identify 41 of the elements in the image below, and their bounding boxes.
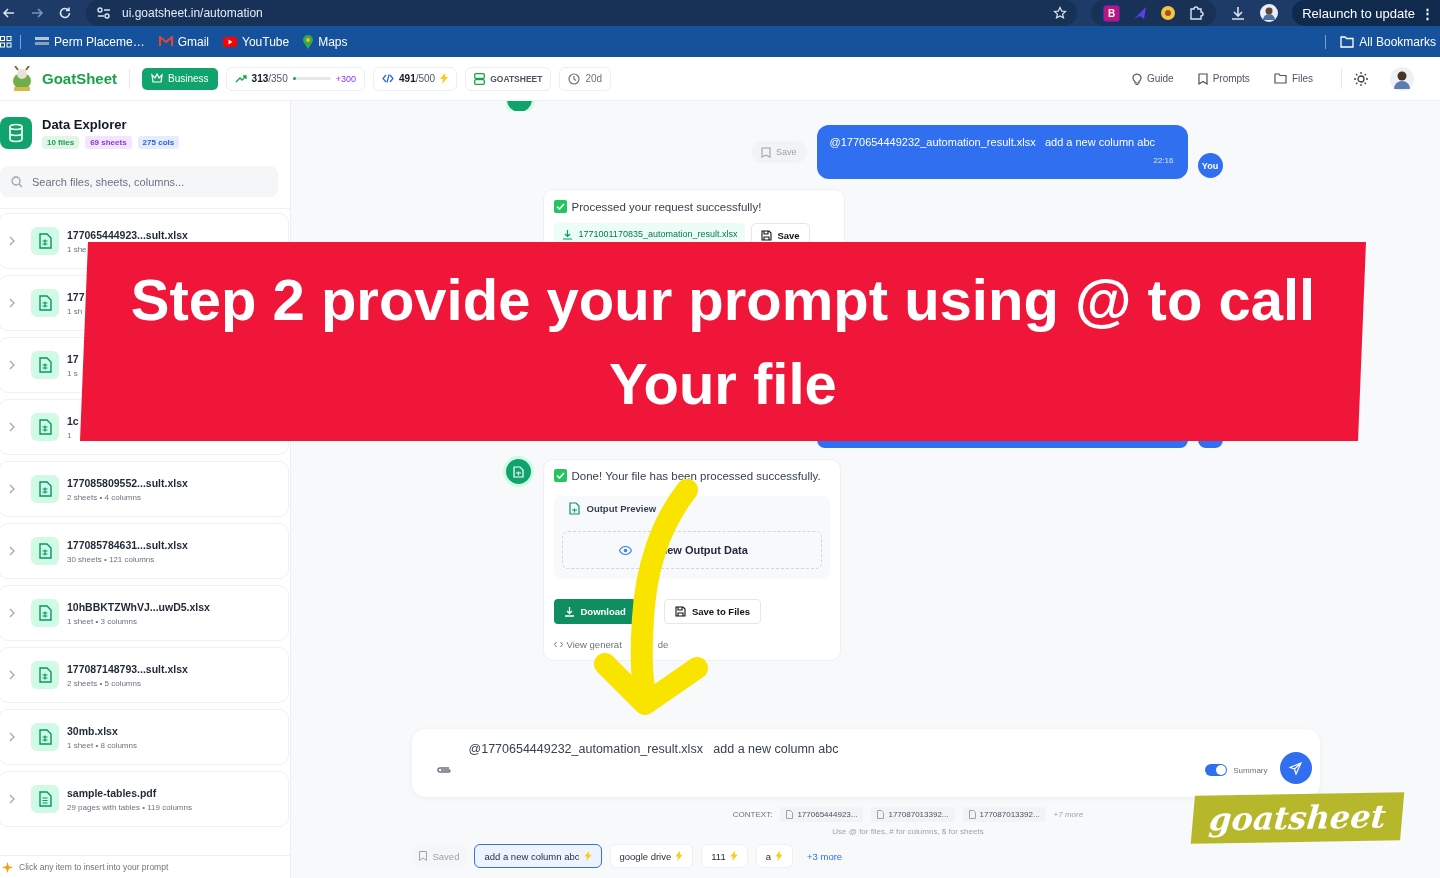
message-text: @1770654449232_automation_result.xlsx add a new column abc xyxy=(829,136,1155,148)
file-meta: 1 sheet • 3 columns xyxy=(67,616,138,626)
panel-title: Data Explorer xyxy=(42,117,128,132)
file-name: 17 xyxy=(67,352,79,365)
more-context-text: +7 more xyxy=(1053,810,1084,819)
file-meta: 1 xyxy=(67,430,73,440)
credits-count: 313/350 xyxy=(251,73,288,84)
message-time: 22:16 xyxy=(1153,156,1174,165)
sticker-text: goatsheet xyxy=(1207,797,1388,839)
file-name: 1c xyxy=(67,414,79,427)
file-name: 177087148793...sult.xlsx xyxy=(67,662,188,675)
file-meta: 1 she xyxy=(67,244,88,254)
context-label: CONTEXT: xyxy=(732,810,773,819)
file-meta: 29 pages with tables • 119 columns xyxy=(67,802,192,812)
bonus-text: +300 xyxy=(335,73,357,84)
file-meta: 2 sheets • 4 columns xyxy=(67,492,142,502)
file-name: 10hBBKTZWhVJ...uwD5.xlsx xyxy=(67,600,210,613)
toggle-label: Summary xyxy=(1233,765,1268,775)
hint-text: Click any item to insert into your prompt xyxy=(19,862,169,872)
file-name: sample-tables.pdf xyxy=(67,786,158,799)
url-text: ui.goatsheet.in/automation xyxy=(122,6,263,20)
file-name: 30mb.xlsx xyxy=(67,724,119,737)
days-text: 20d xyxy=(585,73,603,84)
hint-text: Use @ for files, # for columns, $ for sheets xyxy=(832,827,984,836)
user-avatar: You xyxy=(1197,153,1223,178)
status-text: Done! Your file has been processed successfully. xyxy=(571,469,821,482)
file-meta: 30 sheets • 121 columns xyxy=(67,554,156,564)
count-tag: 275 cols xyxy=(137,136,180,149)
file-name: 177085809552...sult.xlsx xyxy=(67,476,188,489)
count-tag: 10 files xyxy=(42,136,80,149)
file-name: 177085784631...sult.xlsx xyxy=(67,538,188,551)
file-meta: 1 sh xyxy=(67,306,84,316)
file-meta: 1 sheet • 8 columns xyxy=(67,740,137,750)
calls-count: 491/500 xyxy=(399,73,436,84)
preview-title: Output Preview xyxy=(586,503,657,514)
count-tag: 69 sheets xyxy=(85,136,132,149)
status-text: Processed your request successfully! xyxy=(571,200,762,213)
file-meta: 2 sheets • 5 columns xyxy=(67,678,142,688)
file-meta: 1 s xyxy=(67,368,79,378)
file-name: 177065444923...sult.xlsx xyxy=(67,228,188,241)
file-name: 177 xyxy=(67,290,85,303)
